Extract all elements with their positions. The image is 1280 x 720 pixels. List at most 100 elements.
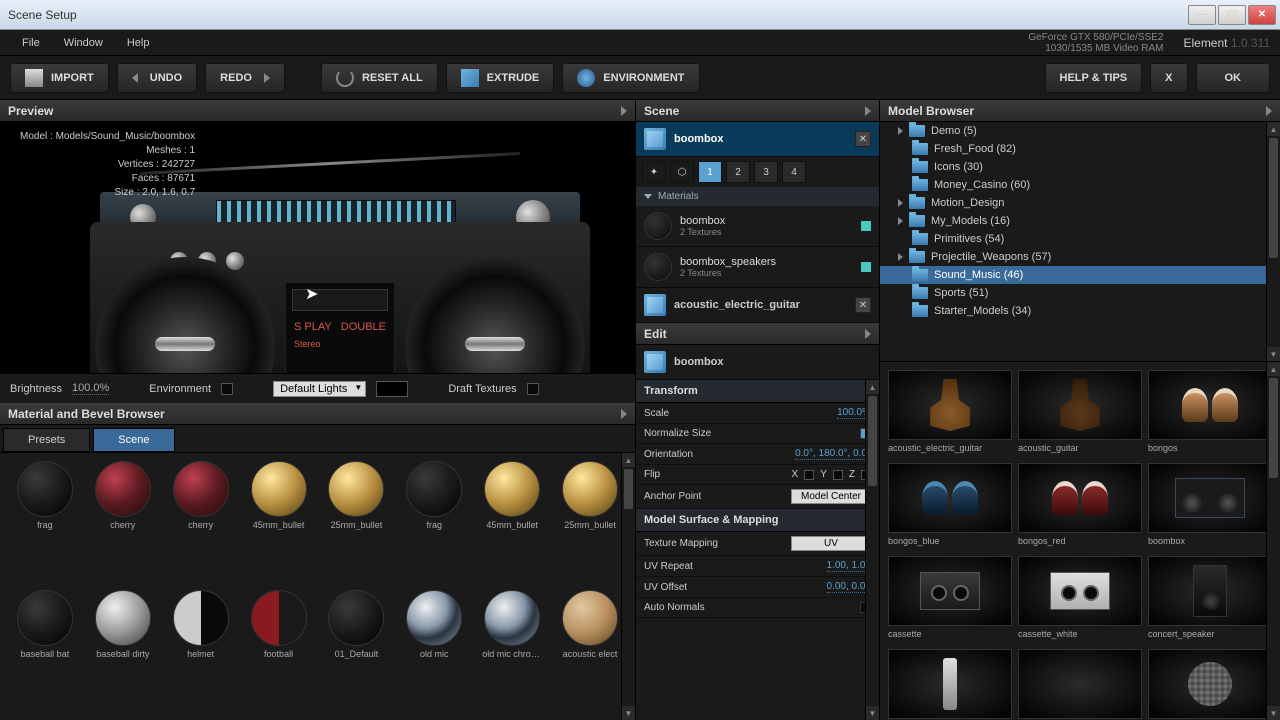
group-tool-2[interactable]: ⬡ [670, 161, 694, 183]
maximize-button[interactable]: ▢ [1218, 5, 1246, 25]
material-swatch[interactable]: old mic [397, 590, 471, 713]
material-swatch[interactable]: 25mm_bullet [320, 461, 394, 584]
model-thumbnail[interactable]: boombox [1148, 463, 1272, 546]
material-swatch[interactable]: old mic chrome [475, 590, 549, 713]
model-thumbnail[interactable] [1018, 649, 1142, 719]
redo-button[interactable]: REDO [205, 63, 285, 93]
remove-object-button[interactable]: ✕ [855, 131, 871, 147]
texture-mapping-select[interactable]: UV [791, 536, 871, 551]
flip-x-checkbox[interactable] [804, 470, 814, 480]
model-thumbnail[interactable] [1148, 649, 1272, 719]
scene-object-guitar[interactable]: acoustic_electric_guitar ✕ [636, 288, 879, 323]
extrude-button[interactable]: EXTRUDE [446, 63, 555, 93]
tree-scrollbar[interactable]: ▲ ▼ [1266, 122, 1280, 361]
group-tool-1[interactable]: ✦ [642, 161, 666, 183]
close-button[interactable]: ✕ [1248, 5, 1276, 25]
model-thumbnail[interactable]: bongos_red [1018, 463, 1142, 546]
material-swatch[interactable]: 01_Default [320, 590, 394, 713]
materials-section-header[interactable]: Materials [636, 187, 879, 206]
scroll-down-icon[interactable]: ▼ [866, 706, 879, 720]
preview-collapse-icon[interactable] [621, 106, 627, 116]
edit-collapse-icon[interactable] [865, 329, 871, 339]
model-thumbnail[interactable]: bongos_blue [888, 463, 1012, 546]
folder-row[interactable]: Sports (51) [880, 284, 1280, 302]
material-swatch[interactable]: frag [397, 461, 471, 584]
material-browser-collapse-icon[interactable] [621, 409, 627, 419]
model-thumbnail[interactable]: cassette_white [1018, 556, 1142, 639]
material-entry-speakers[interactable]: boombox_speakers2 Textures [636, 247, 879, 288]
material-entry-boombox[interactable]: boombox2 Textures [636, 206, 879, 247]
model-thumbnail[interactable]: acoustic_guitar [1018, 370, 1142, 453]
ok-button[interactable]: OK [1196, 63, 1271, 93]
material-swatch[interactable]: cherry [164, 461, 238, 584]
tab-scene[interactable]: Scene [93, 428, 174, 452]
remove-object-button[interactable]: ✕ [855, 297, 871, 313]
flip-y-checkbox[interactable] [833, 470, 843, 480]
scene-collapse-icon[interactable] [865, 106, 871, 116]
scroll-thumb[interactable] [624, 469, 633, 509]
model-browser-collapse-icon[interactable] [1266, 106, 1272, 116]
environment-checkbox[interactable] [221, 383, 233, 395]
folder-row[interactable]: Icons (30) [880, 158, 1280, 176]
model-thumbnail[interactable]: concert_speaker [1148, 556, 1272, 639]
model-thumbnail[interactable] [888, 649, 1012, 719]
folder-row[interactable]: Motion_Design [880, 194, 1280, 212]
folder-row[interactable]: Fresh_Food (82) [880, 140, 1280, 158]
material-color-swatch[interactable] [861, 262, 871, 272]
model-thumbnail[interactable]: cassette [888, 556, 1012, 639]
group-2-button[interactable]: 2 [726, 161, 750, 183]
group-4-button[interactable]: 4 [782, 161, 806, 183]
menu-file[interactable]: File [10, 33, 52, 53]
scroll-up-icon[interactable]: ▲ [866, 380, 879, 394]
material-swatch[interactable]: baseball dirty [86, 590, 160, 713]
scene-object-boombox[interactable]: boombox ✕ [636, 122, 879, 157]
group-3-button[interactable]: 3 [754, 161, 778, 183]
expand-icon[interactable] [898, 127, 903, 135]
folder-row[interactable]: My_Models (16) [880, 212, 1280, 230]
tab-presets[interactable]: Presets [3, 428, 90, 452]
material-swatch[interactable]: baseball bat [8, 590, 82, 713]
expand-icon[interactable] [898, 199, 903, 207]
menu-help[interactable]: Help [115, 33, 162, 53]
material-swatch[interactable]: 45mm_bullet [242, 461, 316, 584]
group-1-button[interactable]: 1 [698, 161, 722, 183]
preview-viewport[interactable]: Model : Models/Sound_Music/boombox Meshe… [0, 122, 635, 373]
lights-select[interactable]: Default Lights [273, 381, 366, 397]
draft-textures-checkbox[interactable] [527, 383, 539, 395]
material-swatch[interactable]: acoustic elect [553, 590, 627, 713]
import-button[interactable]: IMPORT [10, 63, 109, 93]
scroll-thumb[interactable] [1269, 138, 1278, 258]
menu-window[interactable]: Window [52, 33, 115, 53]
help-tips-button[interactable]: HELP & TIPS [1045, 63, 1143, 93]
expand-icon[interactable] [898, 217, 903, 225]
scroll-down-icon[interactable]: ▼ [622, 706, 635, 720]
folder-row[interactable]: Starter_Models (34) [880, 302, 1280, 320]
scroll-down-icon[interactable]: ▼ [1267, 347, 1280, 361]
environment-button[interactable]: ENVIRONMENT [562, 63, 699, 93]
material-swatch[interactable]: frag [8, 461, 82, 584]
folder-row[interactable]: Sound_Music (46) [880, 266, 1280, 284]
scroll-up-icon[interactable]: ▲ [1267, 362, 1280, 376]
expand-icon[interactable] [898, 253, 903, 261]
folder-row[interactable]: Projectile_Weapons (57) [880, 248, 1280, 266]
folder-row[interactable]: Primitives (54) [880, 230, 1280, 248]
material-swatch[interactable]: 25mm_bullet [553, 461, 627, 584]
scroll-thumb[interactable] [1269, 378, 1278, 478]
orientation-value[interactable]: 0.0°, 180.0°, 0.0° [795, 448, 871, 460]
brightness-value[interactable]: 100.0% [72, 382, 109, 395]
material-swatch[interactable]: 45mm_bullet [475, 461, 549, 584]
close-x-button[interactable]: X [1150, 63, 1187, 93]
model-thumbnail[interactable]: bongos [1148, 370, 1272, 453]
reset-all-button[interactable]: RESET ALL [321, 63, 438, 93]
scroll-down-icon[interactable]: ▼ [1267, 706, 1280, 720]
undo-button[interactable]: UNDO [117, 63, 197, 93]
material-swatch[interactable]: cherry [86, 461, 160, 584]
material-color-swatch[interactable] [861, 221, 871, 231]
scroll-up-icon[interactable]: ▲ [1267, 122, 1280, 136]
scroll-thumb[interactable] [868, 396, 877, 486]
folder-row[interactable]: Money_Casino (60) [880, 176, 1280, 194]
folder-row[interactable]: Demo (5) [880, 122, 1280, 140]
edit-scrollbar[interactable]: ▲ ▼ [865, 380, 879, 720]
minimize-button[interactable]: — [1188, 5, 1216, 25]
thumb-scrollbar[interactable]: ▲ ▼ [1266, 362, 1280, 720]
